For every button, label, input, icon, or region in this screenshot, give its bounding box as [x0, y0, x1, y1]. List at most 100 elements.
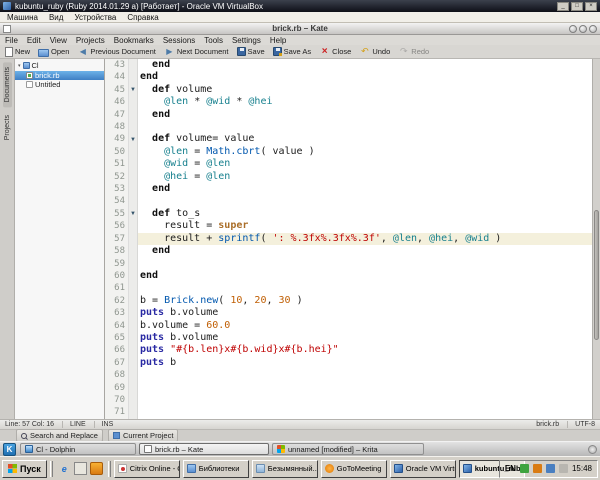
code-line[interactable]: 71: [105, 406, 592, 418]
volume-icon[interactable]: [559, 464, 568, 473]
code-line[interactable]: 47 end: [105, 109, 592, 121]
close-icon[interactable]: [589, 25, 597, 33]
code-line[interactable]: 57 result + sprintf( ': %.3fx%.3fx%.3f',…: [105, 233, 592, 245]
vbox-menu-item[interactable]: Устройства: [74, 13, 116, 22]
media-player-icon[interactable]: [90, 462, 103, 475]
code-line[interactable]: 56 result = super: [105, 220, 592, 232]
code-line[interactable]: 62b = Brick.new( 10, 20, 30 ): [105, 295, 592, 307]
minimize-icon[interactable]: [569, 25, 577, 33]
sidebar-tab-documents[interactable]: Documents: [3, 62, 12, 107]
toolbar-redo-button[interactable]: Redo: [398, 46, 429, 57]
code-line[interactable]: 70: [105, 394, 592, 406]
code-line[interactable]: 67puts b: [105, 357, 592, 369]
code-line[interactable]: 49▼ def volume= value: [105, 133, 592, 145]
toolbar-save-as-button[interactable]: Save As: [273, 47, 312, 56]
code-line[interactable]: 55▼ def to_s: [105, 208, 592, 220]
kate-menu-item[interactable]: Projects: [76, 36, 105, 45]
close-icon[interactable]: [585, 2, 597, 11]
code-line[interactable]: 60end: [105, 270, 592, 282]
kate-icon: [144, 445, 152, 453]
toolbar-open-folder-button[interactable]: Open: [38, 47, 69, 57]
code-line[interactable]: 52 @hei = @len: [105, 171, 592, 183]
kate-menu-item[interactable]: View: [50, 36, 67, 45]
kate-titlebar[interactable]: brick.rb – Kate: [0, 23, 600, 35]
fold-column: [129, 369, 138, 381]
vbox-menu-item[interactable]: Справка: [127, 13, 158, 22]
toolbar-new-document-button[interactable]: New: [5, 47, 30, 57]
kate-menu-item[interactable]: File: [5, 36, 18, 45]
fold-marker-icon[interactable]: ▼: [129, 84, 138, 96]
kde-task-3[interactable]: unnamed [modified] – Krita: [272, 443, 424, 455]
code-line[interactable]: 48: [105, 121, 592, 133]
editor-scrollbar[interactable]: [592, 59, 600, 419]
code-line[interactable]: 50 @len = Math.cbrt( value ): [105, 146, 592, 158]
line-number: 50: [105, 146, 129, 158]
code-line[interactable]: 45▼ def volume: [105, 84, 592, 96]
maximize-icon[interactable]: [579, 25, 587, 33]
code-line[interactable]: 53 end: [105, 183, 592, 195]
taskbar-task-5[interactable]: Oracle VM Virtu...: [390, 460, 456, 478]
kate-menu-item[interactable]: Edit: [27, 36, 41, 45]
code-line[interactable]: 51 @wid = @len: [105, 158, 592, 170]
code-line[interactable]: 58 end: [105, 245, 592, 257]
kate-menu-item[interactable]: Tools: [204, 36, 223, 45]
kate-menu-item[interactable]: Help: [270, 36, 286, 45]
code-token: end: [140, 270, 158, 281]
language-indicator[interactable]: EN: [505, 464, 516, 473]
taskbar-task-2[interactable]: Библиотеки: [183, 460, 249, 478]
toolbar-arrow-right-button[interactable]: Next Document: [164, 46, 229, 57]
kate-statusbar: Line: 57 Col: 16 LINE INS brick.rb UTF-8: [0, 419, 600, 429]
show-desktop-icon[interactable]: [74, 462, 87, 475]
code-line[interactable]: 46 @len * @wid * @hei: [105, 96, 592, 108]
kate-menu-item[interactable]: Bookmarks: [114, 36, 154, 45]
toolbar-arrow-left-button[interactable]: Previous Document: [77, 46, 155, 57]
taskbar-divider: [50, 461, 53, 477]
security-shield-icon[interactable]: [520, 464, 529, 473]
kde-task-2[interactable]: brick.rb – Kate: [139, 443, 269, 455]
code-token: [140, 133, 152, 144]
fold-marker-icon[interactable]: ▼: [129, 133, 138, 145]
kate-menu-item[interactable]: Settings: [232, 36, 261, 45]
maximize-icon[interactable]: [571, 2, 583, 11]
taskbar-divider: [108, 461, 111, 477]
sidebar-tab-projects[interactable]: Projects: [3, 110, 12, 145]
internet-explorer-icon[interactable]: [58, 462, 71, 475]
code-line[interactable]: 69: [105, 382, 592, 394]
minimize-icon[interactable]: [557, 2, 569, 11]
code-line[interactable]: 63puts b.volume: [105, 307, 592, 319]
code-line[interactable]: 59: [105, 258, 592, 270]
kde-launcher-icon[interactable]: [3, 443, 16, 456]
update-icon[interactable]: [533, 464, 542, 473]
code-token: @hei: [164, 171, 188, 182]
code-line[interactable]: 66puts "#{b.len}x#{b.wid}x#{b.hei}": [105, 344, 592, 356]
expander-icon[interactable]: ▾: [18, 63, 21, 69]
fold-marker-icon[interactable]: ▼: [129, 208, 138, 220]
toolbar-close-button[interactable]: Close: [319, 46, 351, 57]
taskbar-task-1[interactable]: Citrix Online - O...: [114, 460, 180, 478]
code-line[interactable]: 65puts b.volume: [105, 332, 592, 344]
doc-tree-item[interactable]: ▾Cl: [15, 61, 104, 71]
doc-tree-item[interactable]: Untitled: [15, 80, 104, 90]
editor-area[interactable]: 43 end44end45▼ def volume46 @len * @wid …: [105, 59, 592, 419]
kde-task-1[interactable]: Cl - Dolphin: [20, 443, 136, 455]
start-button[interactable]: Пуск: [2, 460, 47, 478]
kate-menu-item[interactable]: Sessions: [163, 36, 195, 45]
code-line[interactable]: 64b.volume = 60.0: [105, 320, 592, 332]
code-line[interactable]: 43 end: [105, 59, 592, 71]
vbox-menu-item[interactable]: Вид: [49, 13, 63, 22]
code-line[interactable]: 54: [105, 195, 592, 207]
taskbar-task-3[interactable]: Безымянный...: [252, 460, 318, 478]
network-icon[interactable]: [546, 464, 555, 473]
code-line[interactable]: 44end: [105, 71, 592, 83]
vbox-menu-item[interactable]: Машина: [7, 13, 38, 22]
toolbar-undo-button[interactable]: Undo: [359, 46, 390, 57]
doc-tree-item[interactable]: brick.rb: [15, 71, 104, 81]
taskbar-clock[interactable]: 15:48: [572, 464, 592, 473]
code-line[interactable]: 61: [105, 282, 592, 294]
code-line[interactable]: 68: [105, 369, 592, 381]
scrollbar-thumb[interactable]: [594, 210, 599, 340]
taskbar-task-4[interactable]: GoToMeeting: [321, 460, 387, 478]
toolbar-save-button[interactable]: Save: [237, 47, 265, 56]
panel-cashew-icon[interactable]: [588, 445, 597, 454]
vbox-titlebar[interactable]: kubuntu_ruby (Ruby 2014.01.29 a) [Работа…: [0, 0, 600, 12]
